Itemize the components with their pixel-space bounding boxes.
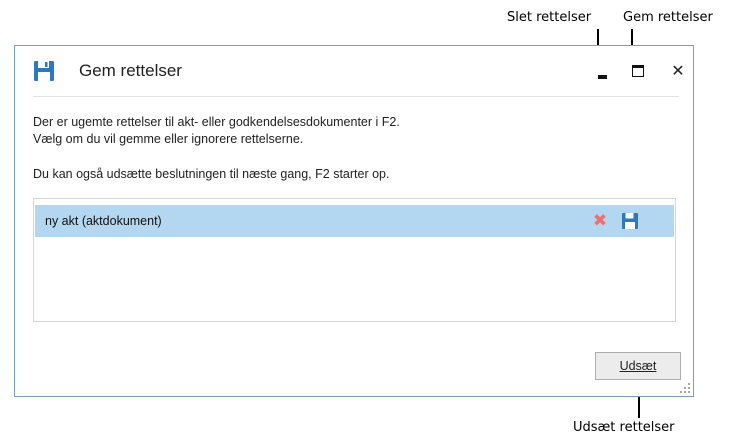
- dialog-title: Gem rettelser: [79, 61, 182, 80]
- maximize-button[interactable]: [623, 56, 653, 86]
- floppy-disk-icon: [34, 61, 54, 81]
- postpone-button[interactable]: Udsæt: [595, 352, 681, 380]
- close-button[interactable]: ✕: [663, 56, 693, 86]
- message-line-3: Du kan også udsætte beslutningen til næs…: [33, 167, 390, 181]
- callout-delete-label: Slet rettelser: [507, 10, 592, 25]
- list-item-label: ny akt (aktdokument): [45, 214, 162, 228]
- message-line-1: Der er ugemte rettelser til akt- eller g…: [33, 115, 400, 129]
- minimize-button[interactable]: [588, 56, 618, 86]
- list-item[interactable]: ny akt (aktdokument) ✖: [35, 205, 674, 237]
- message-line-2: Vælg om du vil gemme eller ignorere rett…: [33, 132, 304, 146]
- close-icon: ✕: [671, 61, 685, 80]
- resize-grip[interactable]: [680, 383, 690, 393]
- floppy-disk-icon[interactable]: [621, 212, 639, 230]
- callout-postpone-label: Udsæt rettelser: [573, 420, 675, 435]
- delete-x-icon[interactable]: ✖: [590, 211, 610, 231]
- callout-save-label: Gem rettelser: [623, 10, 713, 25]
- unsaved-documents-list: ny akt (aktdokument) ✖: [33, 198, 676, 322]
- save-changes-dialog: Gem rettelser ✕ Der er ugemte rettelser …: [14, 45, 694, 397]
- title-divider: [33, 96, 679, 97]
